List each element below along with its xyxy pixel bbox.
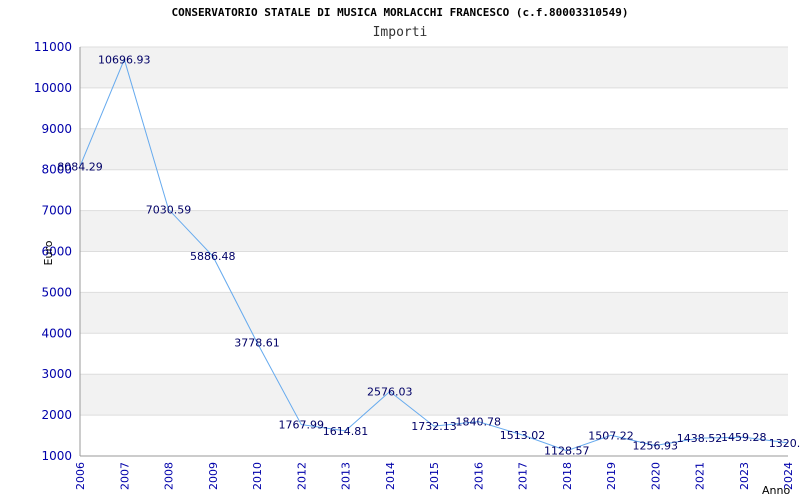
data-label: 1256.93 <box>633 439 679 452</box>
y-tick-label: 4000 <box>41 326 72 340</box>
y-tick-label: 2000 <box>41 408 72 422</box>
data-label: 1459.28 <box>721 431 767 444</box>
data-label: 1128.57 <box>544 445 590 458</box>
background-band <box>80 128 788 170</box>
data-label: 1840.78 <box>456 416 502 429</box>
x-tick-label: 2007 <box>118 462 131 490</box>
y-tick-label: 10000 <box>34 81 72 95</box>
data-label: 1438.52 <box>677 432 723 445</box>
y-axis-label: Euro <box>42 240 55 265</box>
x-tick-label: 2021 <box>694 462 707 490</box>
background-band <box>80 292 788 334</box>
data-label: 3778.61 <box>234 336 280 349</box>
x-tick-label: 2018 <box>561 462 574 490</box>
x-tick-label: 2017 <box>517 462 530 490</box>
data-label: 2576.03 <box>367 386 413 399</box>
data-label: 7030.59 <box>146 203 192 216</box>
data-label: 10696.93 <box>98 53 151 66</box>
x-tick-label: 2019 <box>605 462 618 490</box>
data-label: 1614.81 <box>323 425 369 438</box>
y-tick-label: 9000 <box>41 122 72 136</box>
y-tick-label: 11000 <box>34 40 72 54</box>
data-label: 1513.02 <box>500 429 546 442</box>
x-tick-labels: 2006 2007 2008 2009 2010 2012 2013 2014 2015 2016… <box>74 462 795 490</box>
x-tick-label: 2023 <box>738 462 751 490</box>
y-tick-label: 7000 <box>41 204 72 218</box>
x-tick-label: 2010 <box>251 462 264 490</box>
data-label: 1767.99 <box>279 419 325 432</box>
x-tick-label: 2013 <box>340 462 353 490</box>
x-axis-label: Anno <box>762 484 790 497</box>
data-label: 8084.29 <box>57 160 103 173</box>
background-band <box>80 374 788 416</box>
background-band <box>80 210 788 252</box>
x-tick-label: 2014 <box>384 462 397 490</box>
data-label: 1320.9 <box>769 437 800 450</box>
x-tick-label: 2012 <box>295 462 308 490</box>
plot-background <box>80 47 788 416</box>
x-tick-label: 2020 <box>649 462 662 490</box>
data-label: 1507.22 <box>588 429 634 442</box>
x-tick-label: 2008 <box>163 462 176 490</box>
background-band <box>80 47 788 88</box>
x-tick-label: 2016 <box>472 462 485 490</box>
data-label: 1732.13 <box>411 420 457 433</box>
x-tick-label: 2009 <box>207 462 220 490</box>
y-tick-label: 3000 <box>41 367 72 381</box>
y-tick-label: 1000 <box>41 449 72 463</box>
data-label: 5886.48 <box>190 250 236 263</box>
x-tick-label: 2006 <box>74 462 87 490</box>
y-tick-label: 5000 <box>41 285 72 299</box>
line-chart: 1000200030004000500060007000800090001000… <box>34 40 800 497</box>
x-tick-label: 2015 <box>428 462 441 490</box>
